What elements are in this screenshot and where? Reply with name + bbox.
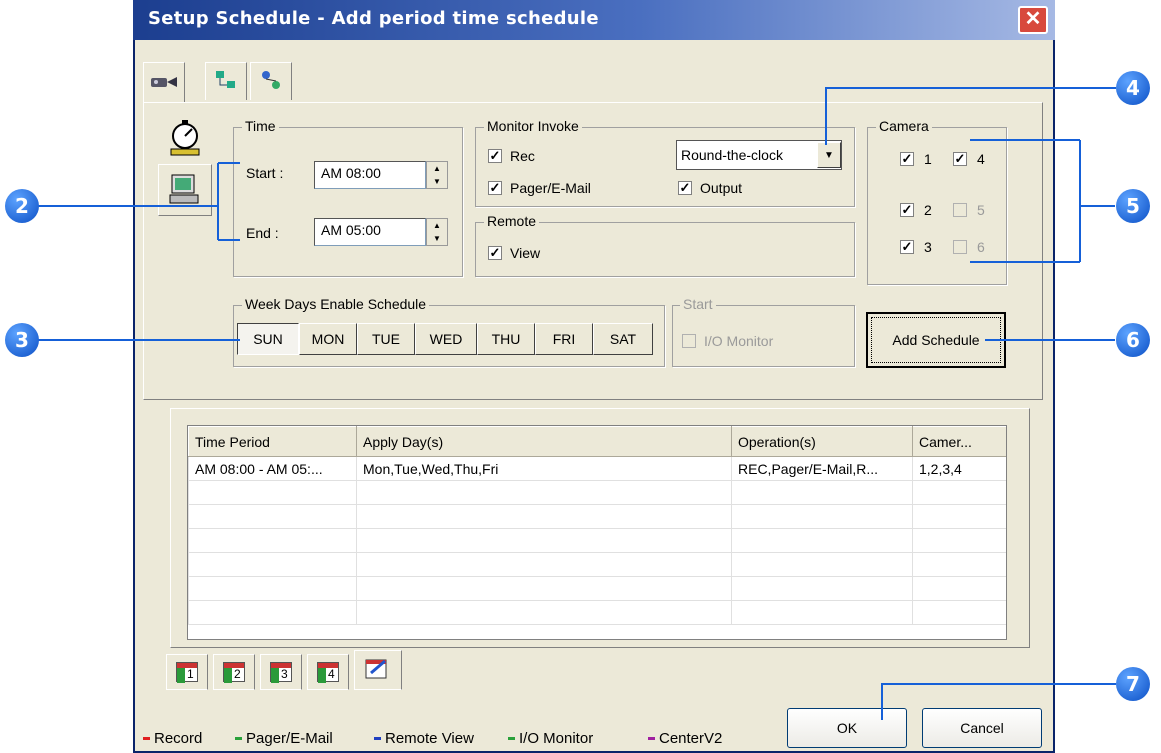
callout-marker: 6: [1116, 323, 1150, 357]
callout-marker: 3: [5, 323, 39, 357]
callout-marker: 4: [1116, 71, 1150, 105]
callout-lines: [38, 87, 1116, 720]
callout-marker: 7: [1116, 667, 1150, 701]
callout-marker: 2: [5, 189, 39, 223]
callout-marker: 5: [1116, 189, 1150, 223]
